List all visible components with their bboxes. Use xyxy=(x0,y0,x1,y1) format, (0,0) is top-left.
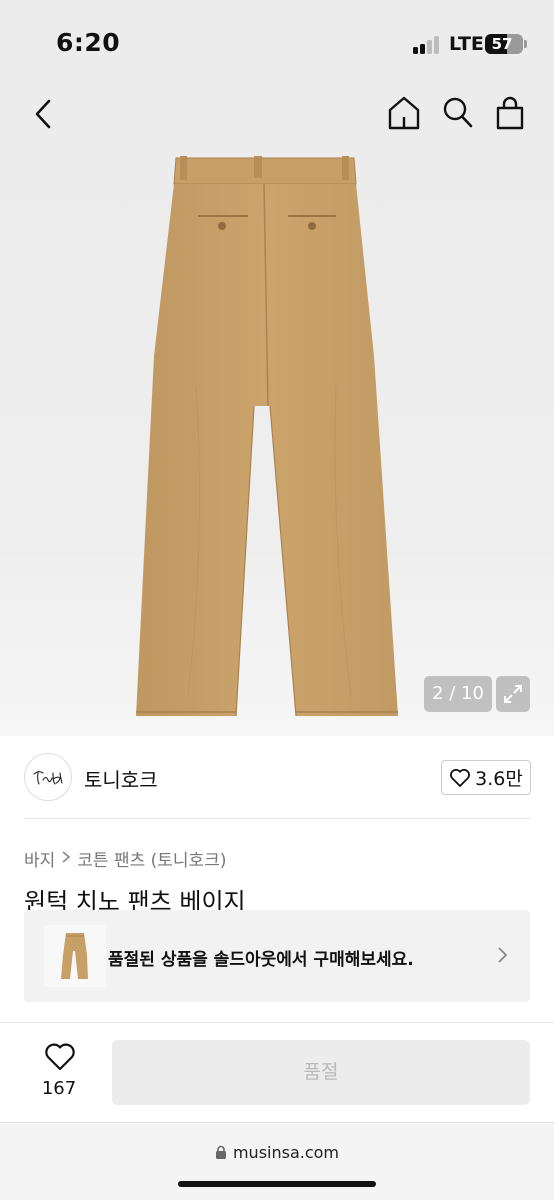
lock-icon xyxy=(215,1145,226,1159)
product-image-gallery[interactable]: 2 / 10 xyxy=(0,84,554,736)
url-display[interactable]: musinsa.com xyxy=(0,1143,554,1162)
url-text: musinsa.com xyxy=(232,1143,340,1162)
brand-logo[interactable] xyxy=(24,753,72,801)
divider xyxy=(24,818,530,819)
heart-outline-icon xyxy=(45,1043,75,1071)
search-button[interactable] xyxy=(438,92,478,134)
brand-like-count: 3.6만 xyxy=(475,768,523,790)
status-time: 6:20 xyxy=(56,28,121,57)
browser-url-bar[interactable]: musinsa.com xyxy=(0,1122,554,1200)
signal-icon xyxy=(413,36,443,54)
product-image xyxy=(136,156,398,716)
heart-outline-icon xyxy=(450,768,471,787)
home-icon xyxy=(388,96,420,130)
back-button[interactable] xyxy=(26,94,60,134)
search-icon xyxy=(443,97,473,128)
expand-arrows-icon xyxy=(504,685,522,703)
battery-percentage: 57 xyxy=(491,35,513,53)
back-chevron-icon xyxy=(35,99,51,129)
chevron-right-icon xyxy=(61,850,71,868)
home-indicator[interactable] xyxy=(178,1181,376,1187)
expand-image-button[interactable] xyxy=(496,676,530,712)
soldout-button[interactable]: 품절 xyxy=(112,1040,530,1105)
wishlist-count: 167 xyxy=(41,1078,77,1099)
battery-icon: 57 xyxy=(485,34,523,54)
brand-row[interactable]: 토니호크 3.6만 xyxy=(0,736,554,820)
wishlist-button[interactable]: 167 xyxy=(26,1038,92,1104)
chevron-right-icon xyxy=(496,945,508,969)
breadcrumb-category[interactable]: 바지 xyxy=(24,846,55,871)
home-button[interactable] xyxy=(384,92,424,134)
cart-button[interactable] xyxy=(490,92,530,134)
banner-product-thumbnail xyxy=(44,925,106,987)
image-counter: 2 / 10 xyxy=(424,676,492,712)
brand-logo-image xyxy=(33,771,63,785)
soldout-banner[interactable]: 품절된 상품을 솔드아웃에서 구매해보세요. xyxy=(24,910,530,1002)
battery-tip xyxy=(524,40,527,48)
breadcrumb: 바지 코튼 팬츠 (토니호크) xyxy=(24,846,226,871)
divider xyxy=(0,1022,554,1023)
network-label: LTE xyxy=(449,33,484,55)
banner-text: 품절된 상품을 솔드아웃에서 구매해보세요. xyxy=(108,950,414,970)
shopping-bag-icon xyxy=(496,96,524,130)
brand-like-button[interactable]: 3.6만 xyxy=(441,760,531,795)
breadcrumb-subcategory[interactable]: 코튼 팬츠 (토니호크) xyxy=(77,846,226,871)
status-bar: 6:20 LTE 57 xyxy=(0,0,554,84)
brand-name[interactable]: 토니호크 xyxy=(84,764,158,793)
